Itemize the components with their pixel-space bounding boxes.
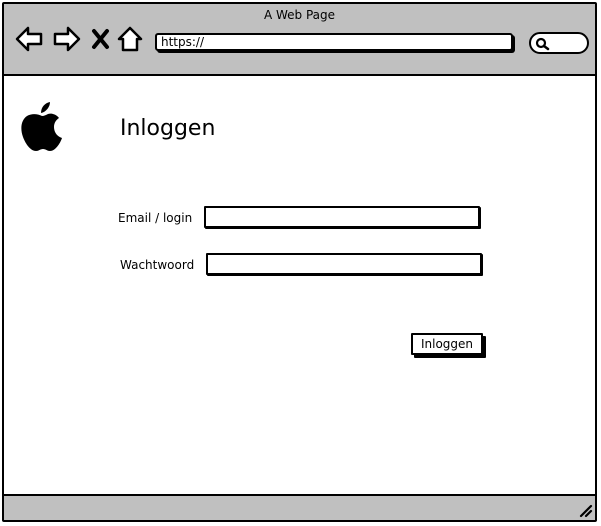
browser-window: A Web Page https:// Inloggen Email / log… <box>2 2 597 522</box>
back-arrow-icon[interactable] <box>14 25 44 53</box>
password-label: Wachtwoord <box>120 258 195 272</box>
url-bar[interactable] <box>155 33 513 51</box>
login-button[interactable]: Inloggen <box>411 333 483 355</box>
browser-toolbar: A Web Page <box>4 4 595 76</box>
forward-arrow-icon[interactable] <box>52 25 82 53</box>
email-field[interactable] <box>204 206 480 228</box>
home-icon[interactable] <box>117 25 143 53</box>
apple-logo-icon <box>19 101 65 153</box>
close-icon[interactable] <box>90 25 112 53</box>
window-title: A Web Page <box>263 8 336 22</box>
status-bar <box>4 494 595 520</box>
password-field[interactable] <box>206 253 482 275</box>
browser-search-box[interactable] <box>529 32 589 54</box>
search-icon <box>535 37 550 51</box>
page-title: Inloggen <box>120 116 216 141</box>
page-content: Inloggen Email / login Wachtwoord Inlogg… <box>4 76 595 498</box>
resize-grip-icon[interactable] <box>577 502 593 518</box>
email-label: Email / login <box>118 211 193 225</box>
